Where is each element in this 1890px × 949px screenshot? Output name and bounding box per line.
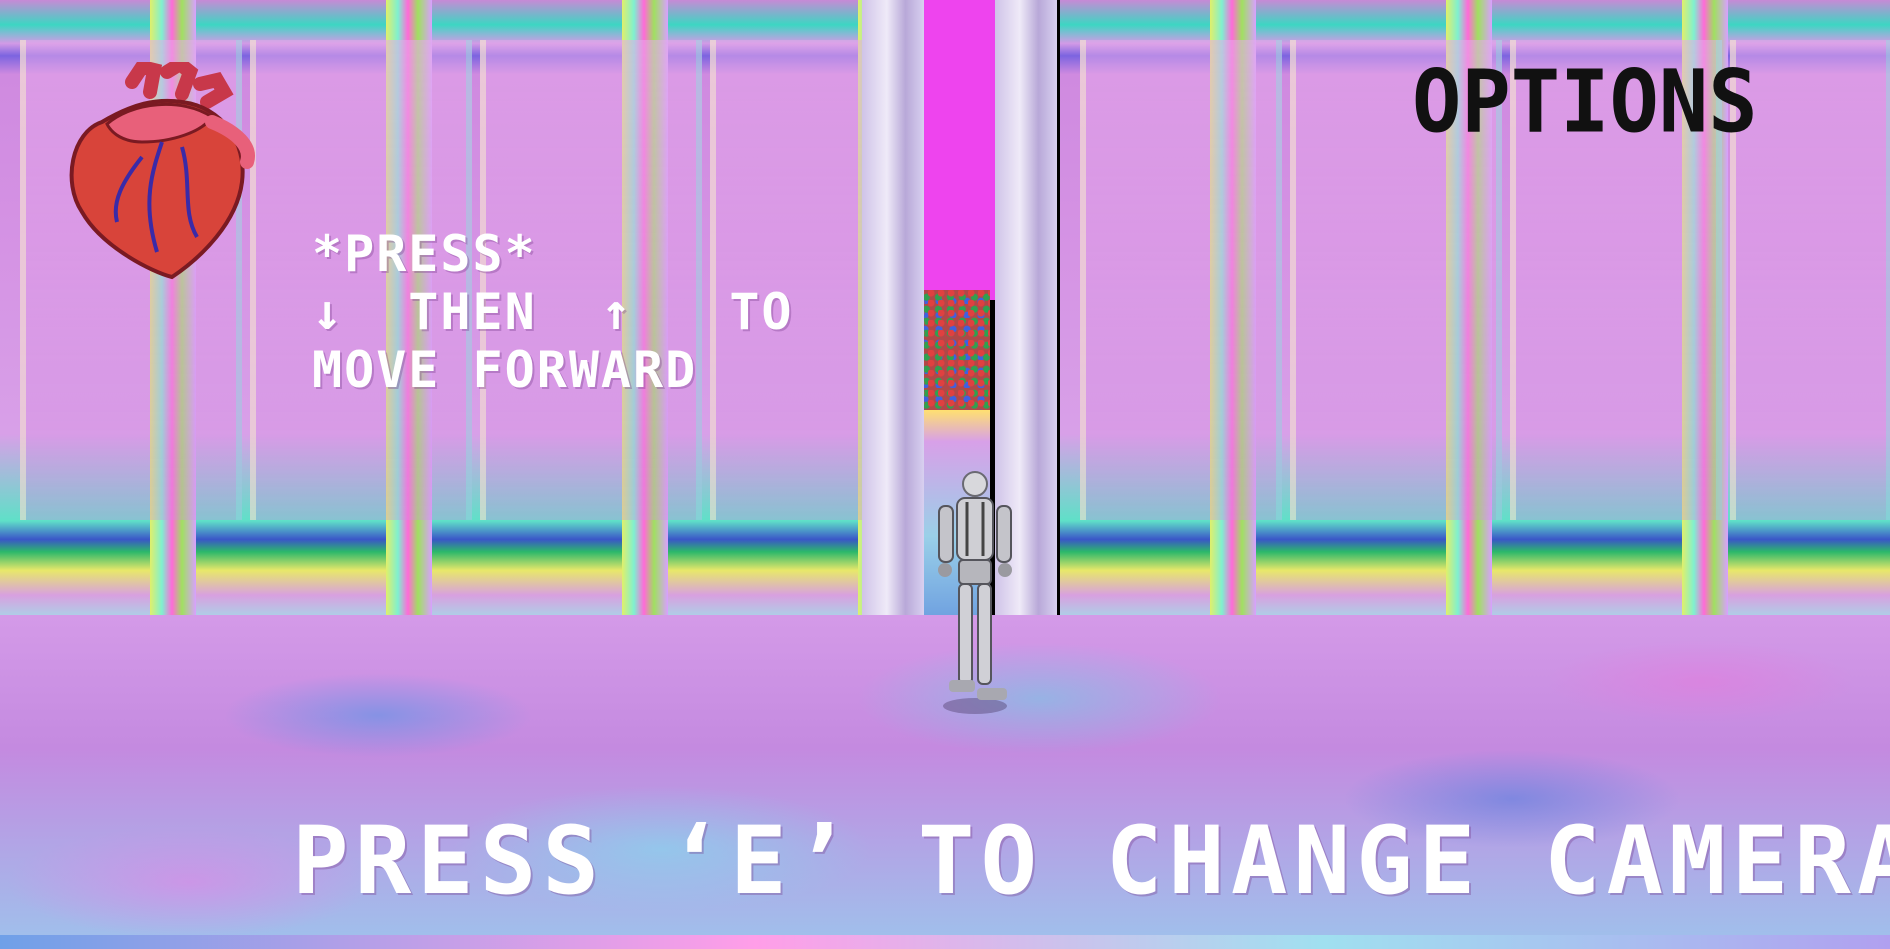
corridor-sky (915, 0, 995, 300)
game-scene: *PRESS* ↓ THEN ↑ TO MOVE FORWARD OPTIONS… (0, 0, 1890, 949)
options-button[interactable]: OPTIONS (1412, 55, 1758, 151)
bottom-strip (0, 935, 1890, 949)
movement-hint-line: *PRESS* (312, 225, 537, 283)
robot-character (938, 471, 1012, 714)
movement-hint-line: ↓ THEN ↑ TO (312, 283, 794, 341)
anatomical-heart-icon (69, 62, 255, 280)
movement-hint-line: MOVE FORWARD (312, 341, 698, 399)
corridor-end-wall (918, 290, 990, 410)
camera-hint: PRESS ‘E’ TO CHANGE CAMERA (292, 807, 1890, 916)
corridor-left-edge (862, 0, 924, 620)
movement-hint: *PRESS* ↓ THEN ↑ TO MOVE FORWARD (312, 225, 794, 399)
wall-panel (1080, 40, 1282, 520)
